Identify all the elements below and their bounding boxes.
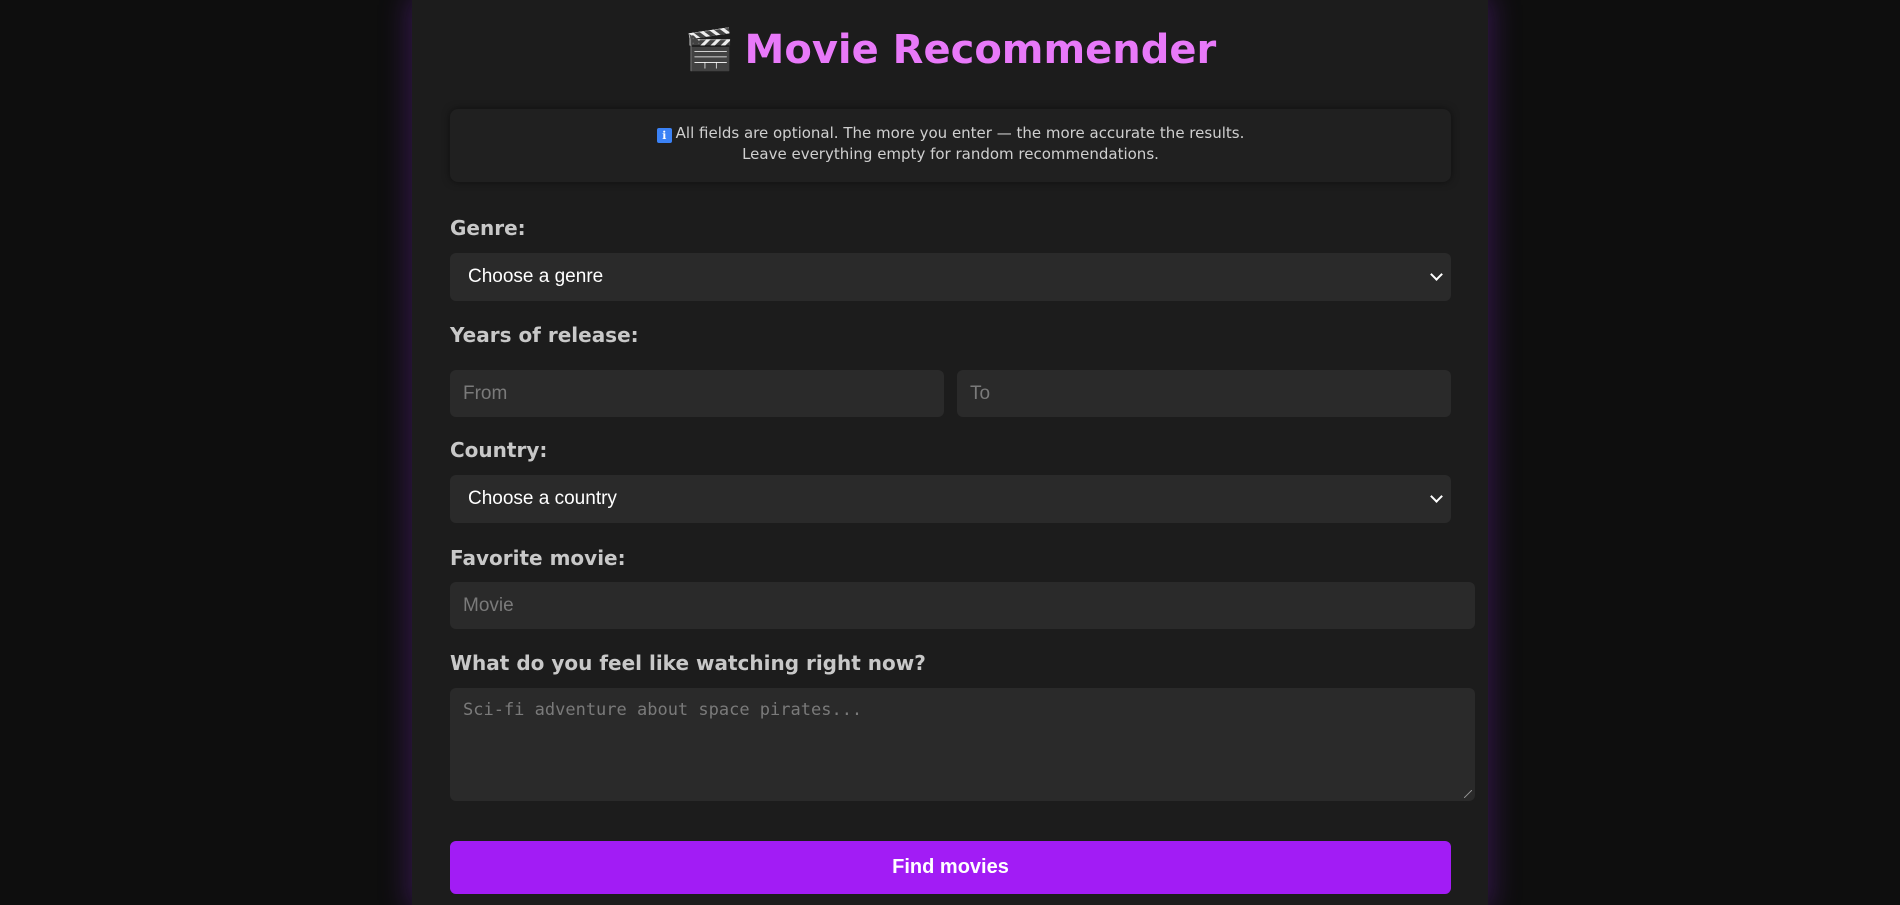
year-from-input[interactable]: From [450, 370, 944, 417]
find-movies-button[interactable]: Find movies [450, 841, 1451, 894]
page-title: 🎬 Movie Recommender [450, 22, 1451, 78]
info-line-1: ℹ All fields are optional. The more you e… [450, 123, 1451, 144]
year-to-input[interactable]: To [957, 370, 1451, 417]
chevron-down-icon [1430, 490, 1443, 503]
info-icon: ℹ [656, 128, 672, 143]
mood-textarea[interactable]: Sci-fi adventure about space pirates... [450, 688, 1475, 801]
favorite-movie-placeholder: Movie [463, 595, 514, 616]
info-box: ℹ All fields are optional. The more you e… [450, 109, 1451, 182]
favorite-movie-label: Favorite movie: [450, 546, 626, 570]
page-title-text: Movie Recommender [744, 27, 1217, 73]
info-text-1: All fields are optional. The more you en… [675, 124, 1245, 142]
favorite-movie-input[interactable]: Movie [450, 582, 1475, 629]
mood-placeholder: Sci-fi adventure about space pirates... [463, 700, 863, 720]
chevron-down-icon [1430, 268, 1443, 281]
resize-handle-icon[interactable] [1464, 790, 1472, 798]
country-select[interactable]: Choose a country [450, 475, 1451, 523]
info-text-2: Leave everything empty for random recomm… [742, 145, 1159, 163]
mood-label: What do you feel like watching right now… [450, 651, 926, 675]
main-panel: 🎬 Movie Recommender ℹ All fields are optio… [412, 0, 1488, 905]
country-label: Country: [450, 438, 548, 462]
genre-label: Genre: [450, 216, 526, 240]
year-to-placeholder: To [970, 383, 991, 404]
genre-selected-value: Choose a genre [468, 266, 604, 287]
years-label: Years of release: [450, 323, 639, 347]
year-from-placeholder: From [463, 383, 508, 404]
genre-select[interactable]: Choose a genre [450, 253, 1451, 301]
country-selected-value: Choose a country [468, 488, 617, 509]
clapper-board-icon: 🎬 [684, 27, 735, 73]
